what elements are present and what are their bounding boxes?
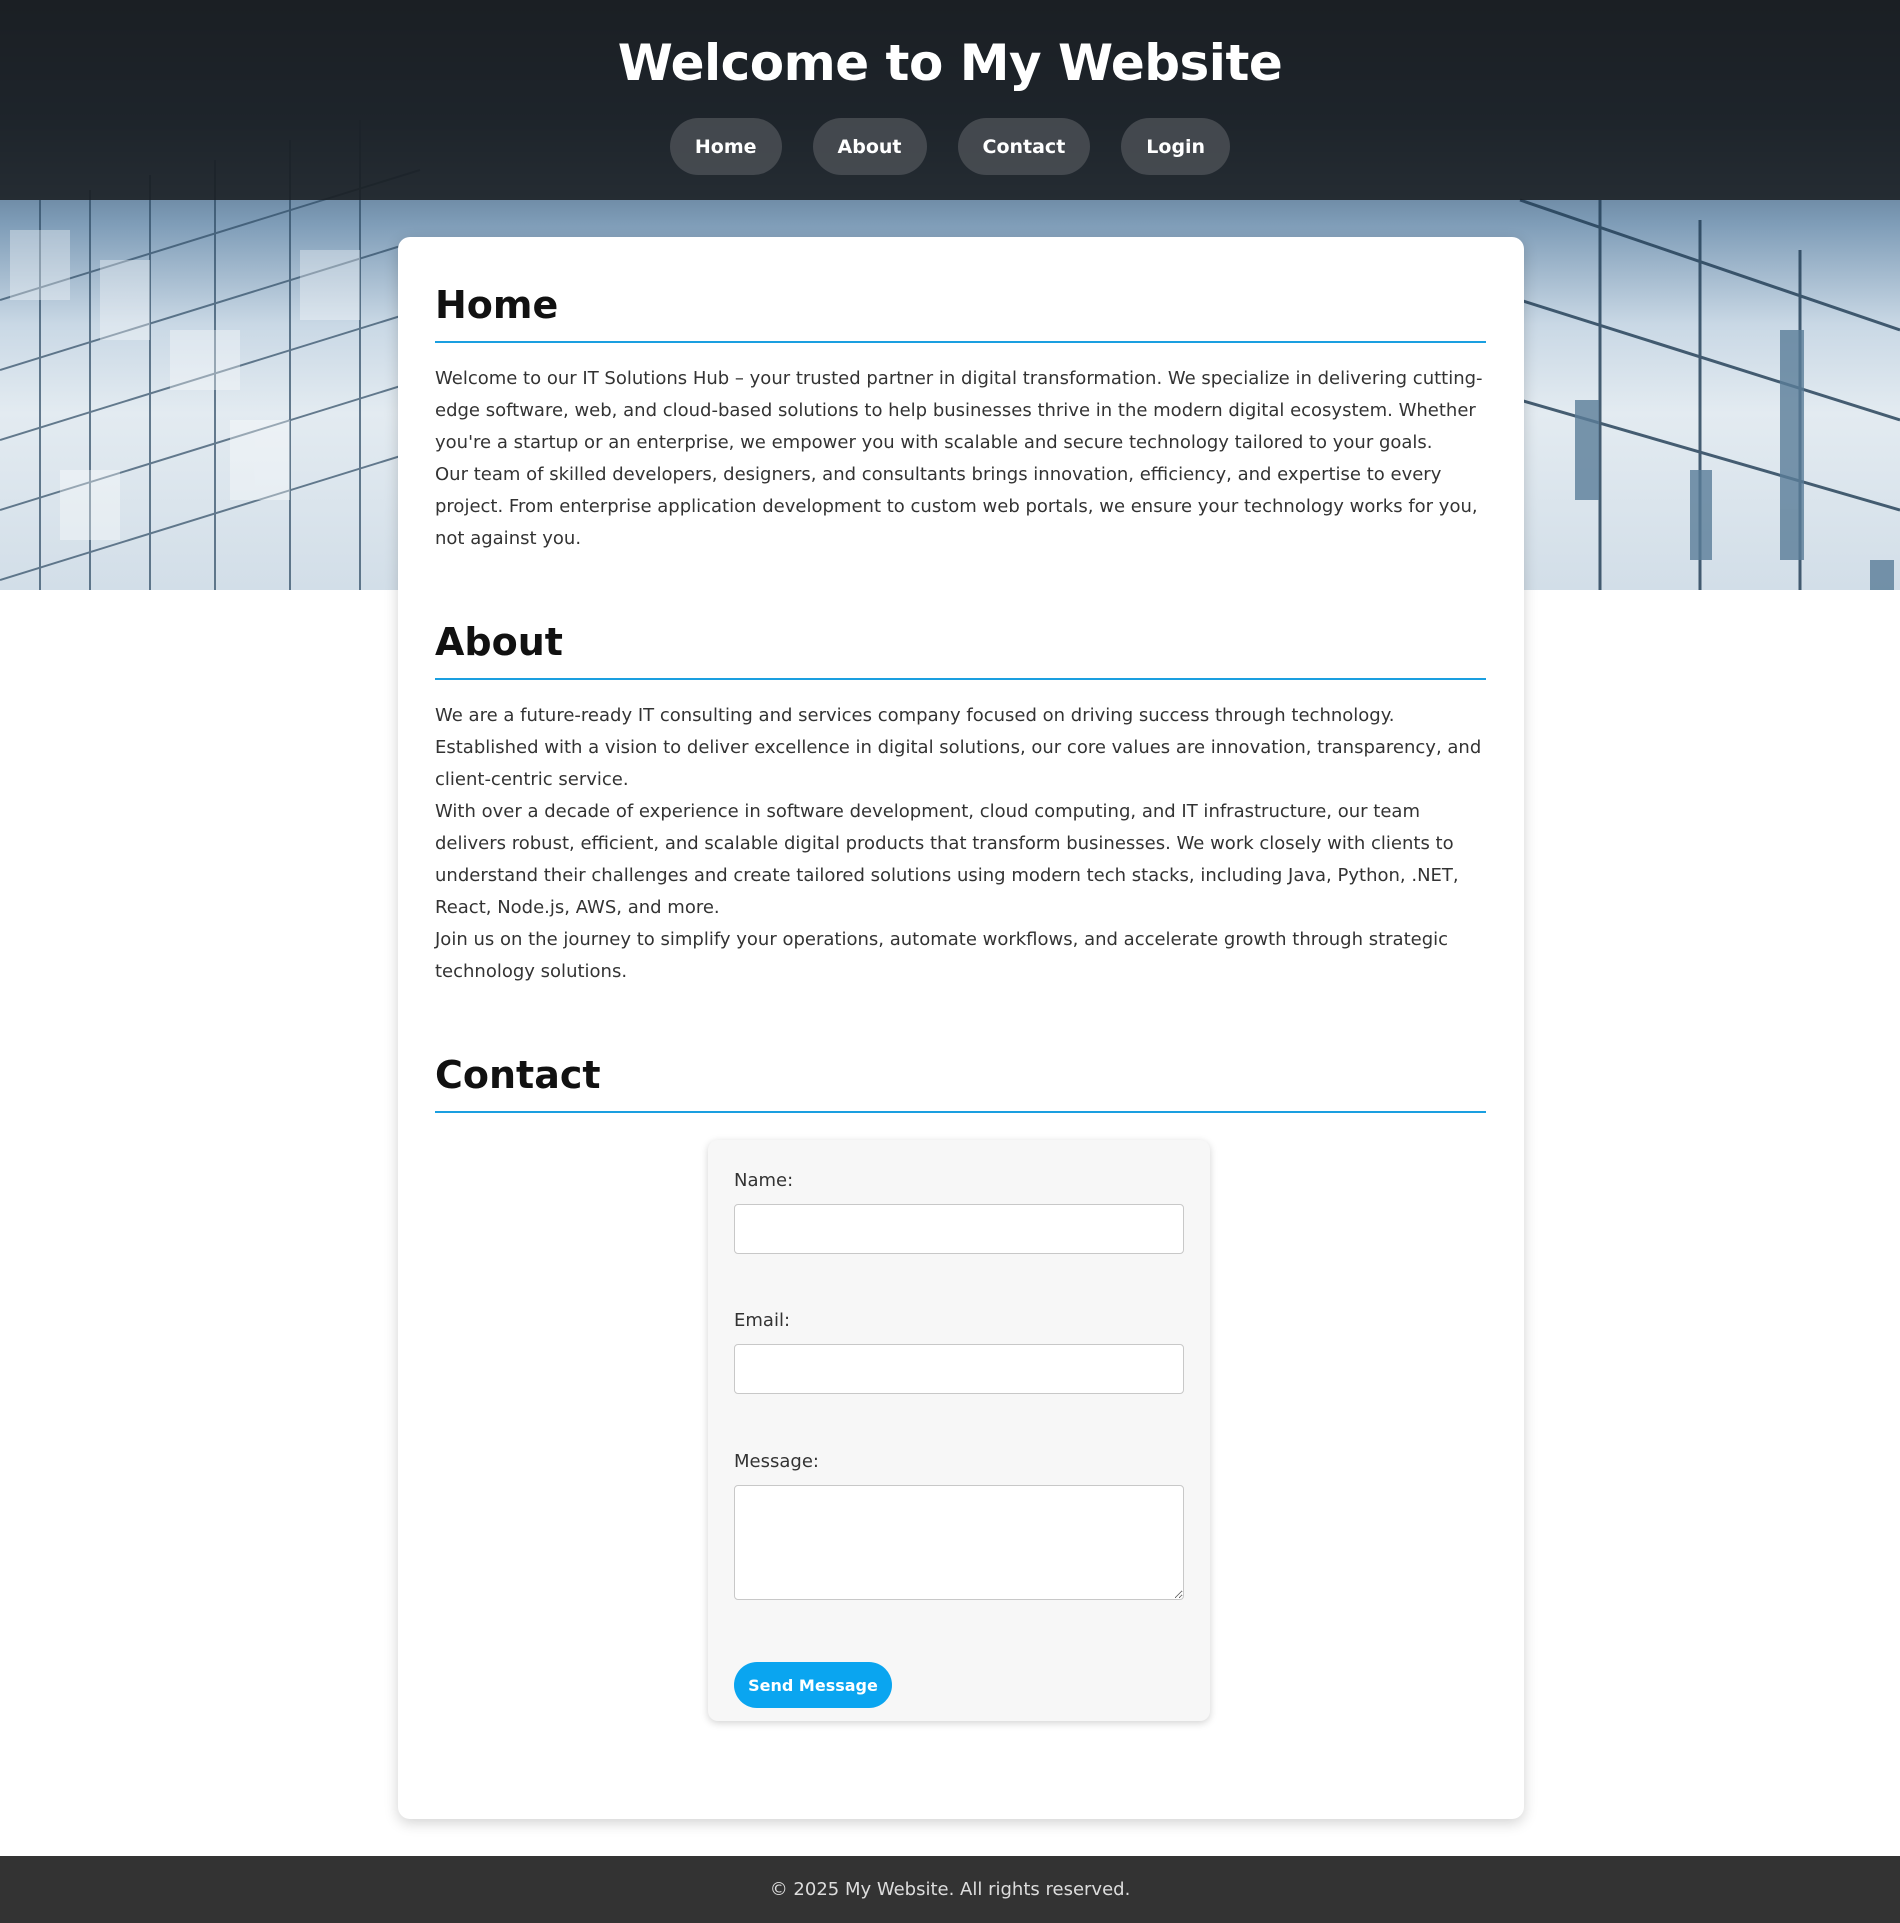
home-heading: Home	[435, 283, 1486, 343]
site-header: Welcome to My Website Home About Contact…	[0, 0, 1900, 200]
message-textarea[interactable]	[734, 1485, 1184, 1600]
nav-about-link[interactable]: About	[812, 118, 927, 175]
about-paragraph: Join us on the journey to simplify your …	[435, 929, 1449, 982]
site-footer: © 2025 My Website. All rights reserved.	[0, 1856, 1900, 1923]
email-input[interactable]	[734, 1344, 1184, 1394]
main-content-card: Home Welcome to our IT Solutions Hub – y…	[398, 237, 1524, 1819]
site-title: Welcome to My Website	[617, 34, 1283, 92]
home-section: Home Welcome to our IT Solutions Hub – y…	[435, 283, 1486, 555]
name-label: Name:	[734, 1170, 794, 1191]
send-message-button[interactable]: Send Message	[734, 1662, 892, 1708]
about-heading: About	[435, 620, 1486, 680]
contact-form: Name: Email: Message: Send Message	[708, 1140, 1210, 1721]
contact-section: Contact	[435, 1053, 1486, 1113]
message-label: Message:	[734, 1451, 819, 1472]
nav-login-link[interactable]: Login	[1121, 118, 1231, 175]
about-section: About We are a future-ready IT consultin…	[435, 620, 1486, 988]
home-paragraph: Our team of skilled developers, designer…	[435, 464, 1478, 549]
main-nav: Home About Contact Login	[0, 118, 1900, 175]
about-paragraph: We are a future-ready IT consulting and …	[435, 705, 1482, 790]
nav-contact-link[interactable]: Contact	[957, 118, 1091, 175]
nav-home-link[interactable]: Home	[669, 118, 782, 175]
contact-heading: Contact	[435, 1053, 1486, 1113]
home-paragraph: Welcome to our IT Solutions Hub – your t…	[435, 368, 1483, 453]
about-paragraph: With over a decade of experience in soft…	[435, 801, 1459, 918]
copyright-text: © 2025 My Website. All rights reserved.	[769, 1879, 1131, 1900]
name-input[interactable]	[734, 1204, 1184, 1254]
email-label: Email:	[734, 1310, 791, 1331]
